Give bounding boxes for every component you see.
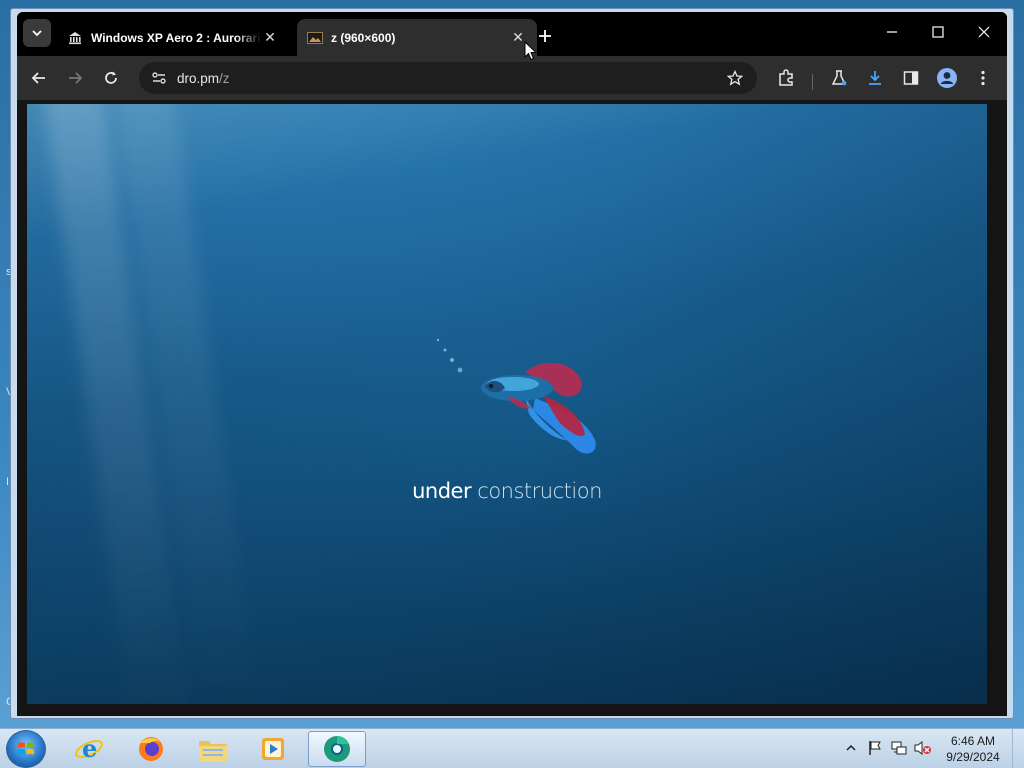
reload-button[interactable] (99, 66, 123, 90)
downloads-button[interactable] (863, 66, 887, 90)
tab-image-z[interactable]: z (960×600) ✕ (297, 19, 537, 56)
page-viewport: under construction (17, 100, 1007, 716)
arrow-left-icon (31, 72, 45, 84)
url-host: dro.pm (177, 70, 220, 86)
show-desktop-button[interactable] (1012, 729, 1024, 768)
internet-explorer-icon: e (75, 734, 103, 763)
bookmark-star-icon[interactable] (723, 66, 747, 90)
browser-toolbar: dro.pm/z (17, 56, 1007, 100)
start-button[interactable] (6, 730, 46, 768)
taskbar: e 6:46 AM 9/29/2024 (0, 728, 1024, 768)
close-icon (978, 26, 990, 38)
chevron-down-icon (32, 30, 42, 37)
windows-logo-icon (18, 742, 34, 755)
action-center-button[interactable] (866, 739, 884, 757)
svg-text:e: e (82, 734, 97, 763)
caption-strong: under (412, 479, 472, 503)
kebab-menu-icon (981, 70, 985, 86)
toolbar-divider (812, 74, 813, 90)
museum-icon (67, 30, 83, 46)
show-hidden-icons-button[interactable] (842, 739, 860, 757)
url-text: dro.pm/z (177, 71, 230, 86)
chrome-dev-icon (324, 736, 350, 762)
tab-strip: Windows XP Aero 2 : Aurorarie ✕ z (960×6… (17, 12, 1007, 56)
volume-button[interactable] (914, 739, 932, 757)
betta-fish-illustration (436, 338, 596, 454)
address-bar[interactable]: dro.pm/z (139, 62, 757, 94)
chevron-up-icon (846, 744, 856, 751)
volume-muted-icon (914, 741, 931, 755)
file-explorer-icon (199, 741, 227, 761)
maximize-icon (932, 26, 944, 38)
file-explorer-taskbar-button[interactable] (184, 731, 242, 767)
desktop-icon-label: I (6, 476, 10, 488)
arrow-right-icon (69, 72, 83, 84)
page-caption: under construction (27, 479, 987, 503)
plus-icon (539, 30, 551, 42)
internet-explorer-taskbar-button[interactable]: e (60, 731, 118, 767)
back-button[interactable] (27, 66, 51, 90)
network-button[interactable] (890, 739, 908, 757)
menu-button[interactable] (971, 66, 995, 90)
download-icon (869, 71, 881, 85)
tab-title: Windows XP Aero 2 : Aurorarie (91, 30, 261, 45)
chrome-dev-taskbar-button[interactable] (308, 731, 366, 767)
tab-title: z (960×600) (331, 30, 396, 45)
url-path: /z (219, 70, 230, 86)
forward-button[interactable] (63, 66, 87, 90)
close-window-button[interactable] (969, 20, 999, 44)
clock-time: 6:46 AM (950, 734, 996, 748)
image-icon (307, 30, 323, 46)
profile-button[interactable] (935, 66, 959, 90)
tab-search-button[interactable] (23, 19, 51, 47)
labs-button[interactable] (827, 66, 851, 90)
media-player-taskbar-button[interactable] (244, 731, 302, 767)
clock-date: 9/29/2024 (946, 750, 1000, 764)
extensions-button[interactable] (774, 66, 798, 90)
browser-window: Windows XP Aero 2 : Aurorarie ✕ z (960×6… (10, 8, 1014, 719)
close-icon[interactable]: ✕ (261, 29, 279, 47)
browser-frame: Windows XP Aero 2 : Aurorarie ✕ z (960×6… (17, 12, 1007, 716)
mouse-cursor-icon (524, 41, 538, 61)
flask-icon (831, 70, 847, 86)
puzzle-icon (779, 69, 793, 86)
tab-windows-xp-aero[interactable]: Windows XP Aero 2 : Aurorarie ✕ (57, 19, 289, 56)
media-player-icon (262, 738, 284, 760)
avatar-icon (937, 68, 957, 88)
side-panel-icon (903, 71, 919, 85)
maximize-button[interactable] (923, 20, 953, 44)
flag-icon (869, 741, 881, 755)
caption-light: construction (471, 479, 602, 503)
side-panel-button[interactable] (899, 66, 923, 90)
minimize-button[interactable] (877, 20, 907, 44)
reload-icon (105, 71, 117, 84)
minimize-icon (887, 31, 897, 33)
network-icon (891, 741, 907, 755)
site-settings-icon[interactable] (145, 64, 173, 92)
system-clock[interactable]: 6:46 AM 9/29/2024 (938, 733, 1008, 765)
displayed-image: under construction (27, 104, 987, 704)
firefox-icon (139, 737, 163, 761)
firefox-taskbar-button[interactable] (122, 731, 180, 767)
